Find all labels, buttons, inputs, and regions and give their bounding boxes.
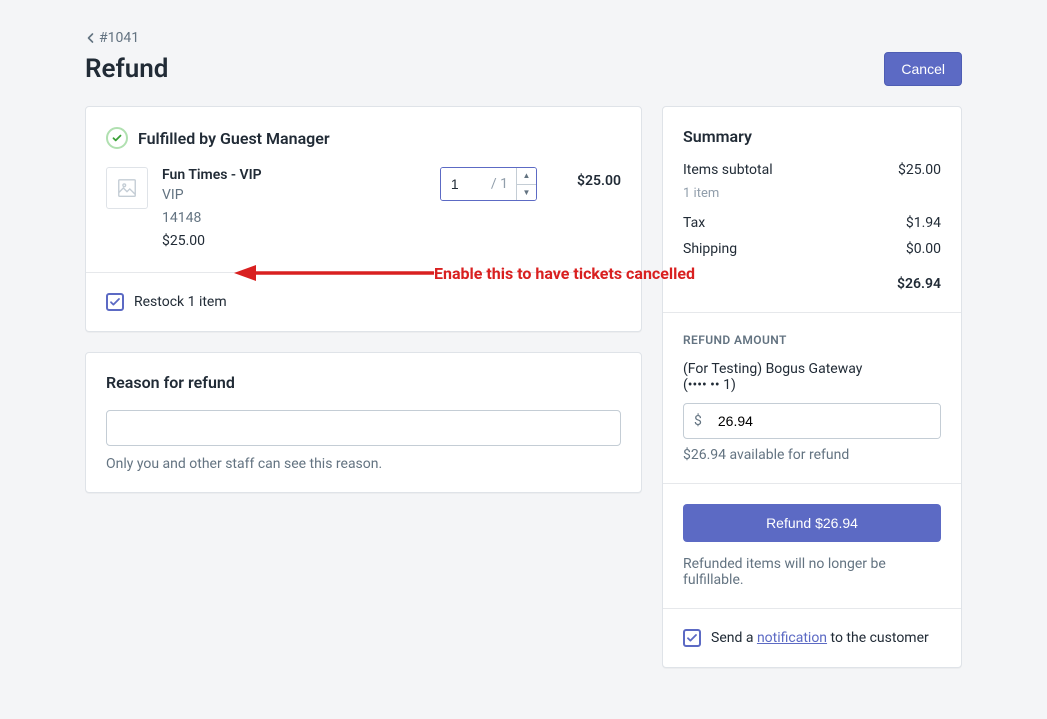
refund-button[interactable]: Refund $26.94 <box>683 504 941 542</box>
check-icon <box>686 632 698 644</box>
notification-link[interactable]: notification <box>757 630 827 646</box>
chevron-left-icon <box>85 32 97 44</box>
restock-label: Restock 1 item <box>134 294 227 310</box>
fulfillment-header: Fulfilled by Guest Manager <box>106 127 621 149</box>
line-item-sku: 14148 <box>162 208 426 229</box>
line-item-price: $25.00 <box>162 231 426 252</box>
refund-gateway: (For Testing) Bogus Gateway <box>683 361 941 377</box>
image-placeholder-icon <box>116 177 138 199</box>
breadcrumb-label: #1041 <box>99 30 139 46</box>
fulfillment-header-text: Fulfilled by Guest Manager <box>138 129 330 148</box>
summary-shipping-value: $0.00 <box>906 241 941 257</box>
summary-tax-value: $1.94 <box>906 215 941 231</box>
restock-checkbox[interactable] <box>106 293 124 311</box>
summary-total-value: $26.94 <box>897 276 941 292</box>
quantity-input[interactable] <box>441 168 491 200</box>
summary-subtotal-value: $25.00 <box>898 162 941 178</box>
quantity-max: / 1 <box>491 168 516 200</box>
summary-tax-label: Tax <box>683 215 705 231</box>
breadcrumb-back[interactable]: #1041 <box>85 30 139 46</box>
page-title: Refund <box>85 54 168 84</box>
check-icon <box>109 296 121 308</box>
quantity-down-button[interactable]: ▼ <box>517 185 536 201</box>
line-item-total: $25.00 <box>551 167 621 189</box>
refund-card-mask: (•••• •• 1) <box>683 377 941 393</box>
reason-title: Reason for refund <box>106 373 621 392</box>
quantity-stepper[interactable]: / 1 ▲ ▼ <box>440 167 537 201</box>
reason-input[interactable] <box>106 410 621 446</box>
notify-label: Send a notification to the customer <box>711 630 929 646</box>
summary-subtotal-label: Items subtotal <box>683 162 773 178</box>
refund-amount-input[interactable] <box>712 404 940 438</box>
product-thumbnail <box>106 167 148 209</box>
notify-checkbox[interactable] <box>683 629 701 647</box>
currency-symbol: $ <box>684 404 712 438</box>
refund-amount-label: REFUND AMOUNT <box>683 333 941 347</box>
line-item-variant: VIP <box>162 185 426 206</box>
quantity-up-button[interactable]: ▲ <box>517 168 536 185</box>
fulfilled-check-icon <box>106 127 128 149</box>
summary-title: Summary <box>683 127 941 146</box>
summary-item-count: 1 item <box>683 186 941 201</box>
refund-amount-field[interactable]: $ <box>683 403 941 439</box>
cancel-button[interactable]: Cancel <box>884 52 962 86</box>
summary-shipping-label: Shipping <box>683 241 737 257</box>
refund-note: Refunded items will no longer be fulfill… <box>683 556 941 588</box>
line-item-title: Fun Times - VIP <box>162 167 426 183</box>
reason-helper: Only you and other staff can see this re… <box>106 456 621 472</box>
refund-available: $26.94 available for refund <box>683 447 941 463</box>
